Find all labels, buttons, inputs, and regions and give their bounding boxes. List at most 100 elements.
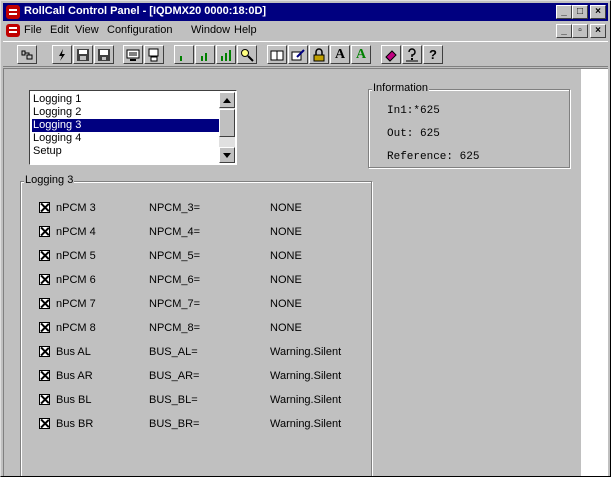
document-icon[interactable] (6, 24, 20, 37)
maximize-button[interactable]: □ (572, 5, 588, 19)
channel-name: Bus AL (56, 346, 91, 358)
log-enable-checkbox[interactable] (39, 226, 50, 237)
log-enable-checkbox[interactable] (39, 322, 50, 333)
scroll-up-icon[interactable] (219, 92, 235, 108)
logging-row: Bus BR BUS_BR= Warning.Silent (39, 417, 369, 431)
log-key: BUS_AL= (149, 346, 198, 358)
context-help-icon[interactable] (402, 45, 422, 64)
list-item-logging-3[interactable]: Logging 3 (32, 119, 219, 132)
listbox-scrollbar[interactable] (219, 92, 235, 163)
log-value: Warning.Silent (270, 394, 342, 406)
search-icon[interactable] (237, 45, 257, 64)
log-key: BUS_BR= (149, 418, 200, 430)
log-key: BUS_AR= (149, 370, 200, 382)
help-button[interactable]: ? (423, 45, 443, 64)
log-enable-checkbox[interactable] (39, 298, 50, 309)
log-enable-checkbox[interactable] (39, 370, 50, 381)
title-bar[interactable]: RollCall Control Panel - [IQDMX20 0000:1… (3, 3, 608, 21)
signal-high-icon[interactable] (216, 45, 236, 64)
logging-row: nPCM 8 NPCM_8= NONE (39, 321, 369, 335)
log-key: NPCM_8= (149, 322, 201, 334)
log-key: NPCM_7= (149, 298, 201, 310)
channel-name: Bus AR (56, 370, 93, 382)
mdi-restore-button[interactable]: ▫ (572, 24, 588, 38)
eraser-icon[interactable] (381, 45, 401, 64)
out-readout: Out: 625 (387, 128, 440, 140)
logging-row: nPCM 6 NPCM_6= NONE (39, 273, 369, 287)
logging-group-label: Logging 3 (24, 174, 75, 186)
window-title: RollCall Control Panel - [IQDMX20 0000:1… (24, 5, 267, 17)
log-enable-checkbox[interactable] (39, 202, 50, 213)
toolbar: A A ? (3, 41, 608, 67)
log-key: NPCM_4= (149, 226, 201, 238)
scroll-down-icon[interactable] (219, 147, 235, 163)
logging-row: nPCM 7 NPCM_7= NONE (39, 297, 369, 311)
menu-help[interactable]: Help (234, 24, 257, 36)
list-item-logging-1[interactable]: Logging 1 (32, 93, 219, 106)
mdi-close-button[interactable]: × (590, 24, 606, 38)
log-enable-checkbox[interactable] (39, 250, 50, 261)
font-dark-button[interactable]: A (330, 45, 350, 64)
logging-row: Bus BL BUS_BL= Warning.Silent (39, 393, 369, 407)
channel-name: Bus BL (56, 394, 92, 406)
channel-name: nPCM 3 (56, 202, 96, 214)
logging-row: Bus AL BUS_AL= Warning.Silent (39, 345, 369, 359)
information-label: Information (372, 82, 430, 94)
log-value: Warning.Silent (270, 370, 342, 382)
logging-row: nPCM 4 NPCM_4= NONE (39, 225, 369, 239)
menu-bar: File Edit View Configuration Window Help… (3, 22, 608, 40)
app-icon[interactable] (6, 5, 20, 19)
reference-readout: Reference: 625 (387, 151, 480, 163)
menu-edit[interactable]: Edit (50, 24, 69, 36)
edit-icon[interactable] (288, 45, 308, 64)
log-value: Warning.Silent (270, 346, 342, 358)
log-key: NPCM_3= (149, 202, 201, 214)
font-green-button[interactable]: A (351, 45, 371, 64)
book-icon[interactable] (267, 45, 287, 64)
log-key: NPCM_6= (149, 274, 201, 286)
menu-view[interactable]: View (75, 24, 99, 36)
channel-name: nPCM 4 (56, 226, 96, 238)
menu-file[interactable]: File (24, 24, 42, 36)
log-value: NONE (270, 226, 302, 238)
channel-name: nPCM 8 (56, 322, 96, 334)
lock-icon[interactable] (309, 45, 329, 64)
monitor-icon[interactable] (123, 45, 143, 64)
log-enable-checkbox[interactable] (39, 274, 50, 285)
log-value: NONE (270, 274, 302, 286)
log-value: Warning.Silent (270, 418, 342, 430)
log-key: NPCM_5= (149, 250, 201, 262)
minimize-button[interactable]: _ (556, 5, 572, 19)
mdi-minimize-button[interactable]: _ (556, 24, 572, 38)
logging-row: nPCM 5 NPCM_5= NONE (39, 249, 369, 263)
channel-name: nPCM 7 (56, 298, 96, 310)
list-item-setup[interactable]: Setup (32, 145, 219, 158)
signal-low-icon[interactable] (174, 45, 194, 64)
signal-medium-icon[interactable] (195, 45, 215, 64)
channel-name: nPCM 5 (56, 250, 96, 262)
page-listbox[interactable]: Logging 1 Logging 2 Logging 3 Logging 4 … (29, 90, 237, 165)
log-value: NONE (270, 298, 302, 310)
device-icon[interactable] (144, 45, 164, 64)
channel-name: nPCM 6 (56, 274, 96, 286)
listbox-items: Logging 1 Logging 2 Logging 3 Logging 4 … (32, 93, 219, 158)
log-enable-checkbox[interactable] (39, 418, 50, 429)
log-key: BUS_BL= (149, 394, 198, 406)
save-icon[interactable] (73, 45, 93, 64)
list-item-logging-4[interactable]: Logging 4 (32, 132, 219, 145)
log-enable-checkbox[interactable] (39, 394, 50, 405)
log-enable-checkbox[interactable] (39, 346, 50, 357)
app-window: RollCall Control Panel - [IQDMX20 0000:1… (0, 0, 611, 477)
connect-icon[interactable] (17, 45, 37, 64)
log-value: NONE (270, 250, 302, 262)
channel-name: Bus BR (56, 418, 94, 430)
menu-configuration[interactable]: Configuration (107, 24, 172, 36)
menu-window[interactable]: Window (191, 24, 230, 36)
save-as-icon[interactable] (94, 45, 114, 64)
close-button[interactable]: × (590, 5, 606, 19)
scroll-thumb[interactable] (219, 109, 235, 137)
lightning-icon[interactable] (52, 45, 72, 64)
in1-readout: In1:*625 (387, 105, 440, 117)
logging-row: Bus AR BUS_AR= Warning.Silent (39, 369, 369, 383)
list-item-logging-2[interactable]: Logging 2 (32, 106, 219, 119)
